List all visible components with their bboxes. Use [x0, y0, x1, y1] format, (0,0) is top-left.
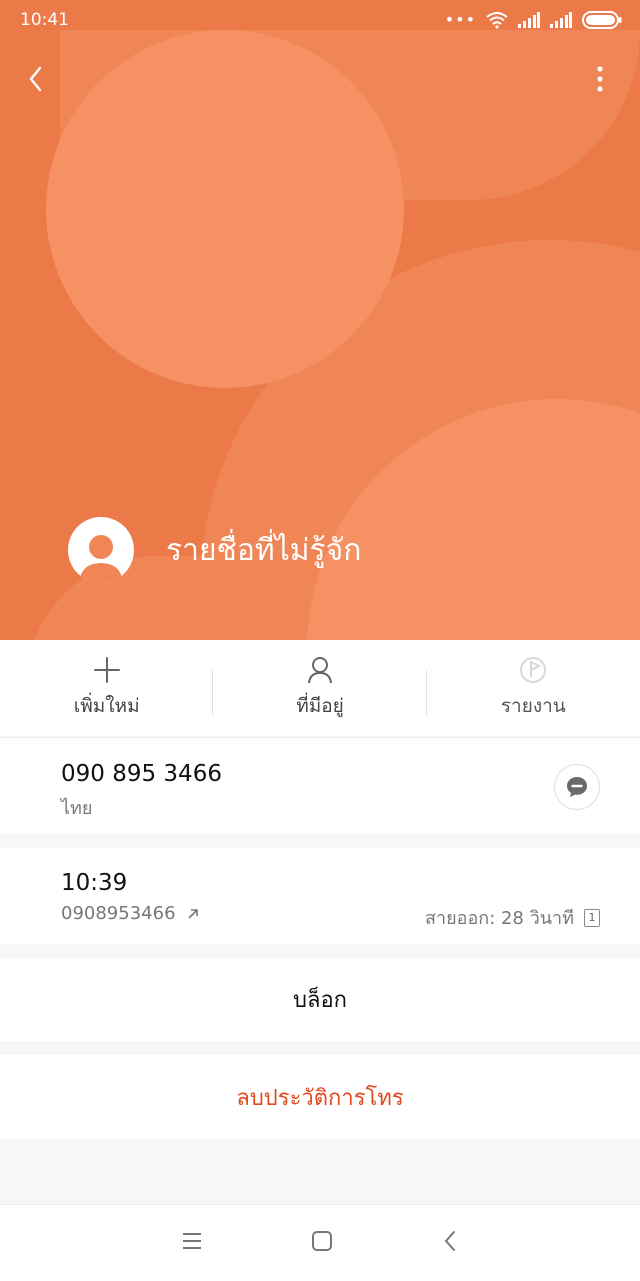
existing-label: ที่มีอยู่	[296, 695, 344, 717]
report-button[interactable]: รายงาน	[427, 640, 640, 736]
call-duration-row: สายออก: 28 วินาที 1	[425, 903, 600, 932]
call-log-entry[interactable]: 10:39 0908953466 สายออก: 28 วินาที 1	[0, 848, 640, 944]
delete-label: ลบประวัติการโทร	[236, 1085, 404, 1111]
wifi-icon	[486, 11, 508, 29]
contact-identity: รายชื่อที่ไม่รู้จัก	[68, 517, 361, 583]
phone-number: 090 895 3466	[61, 761, 222, 787]
message-bubble-icon	[567, 777, 587, 797]
plus-icon	[93, 657, 120, 683]
home-button[interactable]	[311, 1230, 333, 1256]
block-label: บล็อก	[293, 988, 347, 1013]
contact-actions: เพิ่มใหม่ ที่มีอยู่ รายงาน	[0, 640, 640, 736]
sim-badge: 1	[584, 908, 600, 927]
navigation-bar	[0, 1204, 640, 1281]
menu-button[interactable]	[181, 1232, 203, 1254]
more-dots-icon: •••	[444, 10, 476, 29]
person-silhouette-icon	[79, 535, 123, 583]
chevron-left-icon	[29, 66, 42, 92]
person-icon	[307, 657, 332, 684]
add-to-existing-button[interactable]: ที่มีอยู่	[213, 640, 427, 736]
add-new-contact-button[interactable]: เพิ่มใหม่	[0, 640, 214, 736]
menu-icon	[183, 1233, 201, 1249]
block-button[interactable]: บล็อก	[0, 958, 640, 1041]
back-chevron-icon	[444, 1231, 455, 1251]
contact-name: รายชื่อที่ไม่รู้จัก	[166, 532, 362, 568]
status-bar: 10:41 •••	[0, 0, 640, 40]
call-number: 0908953466	[61, 903, 176, 924]
outgoing-arrow-icon	[187, 908, 198, 919]
signal-icon	[550, 11, 572, 28]
decor-shape	[46, 30, 404, 388]
signal-icon	[518, 11, 540, 28]
vertical-dots-icon	[597, 66, 603, 92]
delete-call-history-button[interactable]: ลบประวัติการโทร	[0, 1055, 640, 1139]
report-label: รายงาน	[500, 695, 566, 717]
call-duration: สายออก: 28 วินาที	[425, 908, 574, 929]
report-flag-icon	[520, 657, 547, 683]
phone-location: ไทย	[61, 798, 93, 819]
phone-number-card[interactable]: 090 895 3466 ไทย	[0, 737, 640, 834]
battery-icon	[582, 10, 622, 29]
contact-header: 10:41 ••• รายชื่อที่ไม่รู้จัก	[0, 0, 640, 640]
avatar	[68, 517, 134, 583]
status-time: 10:41	[20, 10, 69, 30]
call-number-row: 0908953466	[61, 903, 200, 924]
more-options-button[interactable]	[588, 62, 612, 96]
back-button[interactable]	[22, 62, 52, 96]
home-square-icon	[312, 1231, 332, 1251]
add-new-label: เพิ่มใหม่	[73, 695, 140, 717]
nav-back-button[interactable]	[441, 1230, 459, 1256]
call-time: 10:39	[61, 870, 128, 896]
message-button[interactable]	[554, 764, 600, 810]
